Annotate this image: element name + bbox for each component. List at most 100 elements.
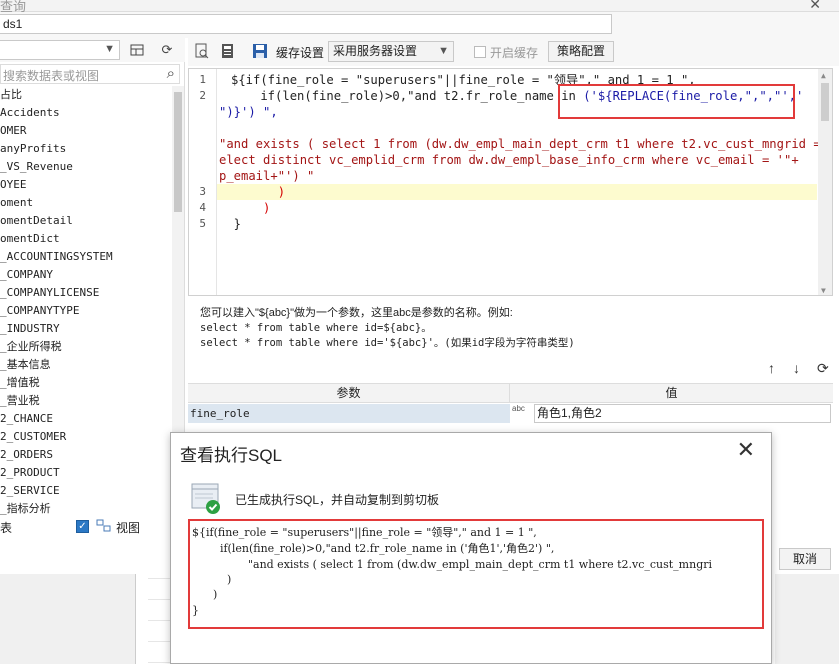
refresh-icon[interactable]: ⟳ [158, 41, 176, 59]
dialog-message: 已生成执行SQL，并自动复制到剪切板 [235, 493, 440, 507]
sql-line: ) [192, 588, 218, 601]
code-line-2-wrap: ")}') ", [219, 105, 278, 119]
line-number: 2 [199, 89, 206, 102]
list-item[interactable]: _增值税 [0, 374, 172, 392]
search-placeholder: 搜索数据表或视图 [3, 69, 100, 83]
preview-icon[interactable] [194, 43, 210, 62]
table-row[interactable]: fine_role abc 角色1,角色2 [188, 404, 833, 423]
success-icon [191, 483, 221, 515]
table-search-input[interactable]: 搜索数据表或视图 ⌕ [0, 64, 180, 84]
cache-mode-select[interactable]: 采用服务器设置 ▼ [328, 41, 454, 62]
sql-line: } [192, 604, 199, 617]
line-number: 5 [199, 217, 206, 230]
scrollbar-thumb[interactable] [174, 92, 182, 212]
chevron-down-icon: ▼ [104, 43, 115, 55]
enable-cache-label[interactable]: 开启缓存 [490, 44, 538, 61]
line-number-gutter: 1 2 3 4 5 [189, 69, 217, 295]
list-item[interactable]: 占比 [0, 86, 172, 104]
list-item[interactable]: _COMPANY [0, 266, 172, 284]
line-number: 1 [199, 73, 206, 86]
save-icon[interactable] [252, 43, 268, 62]
table-view-icon[interactable] [128, 41, 146, 59]
list-item[interactable]: 2_PRODUCT [0, 464, 172, 482]
highlight-annotation-box [558, 84, 795, 119]
scrollbar-thumb[interactable] [821, 83, 829, 121]
window-titlebar: 查询 ✕ [0, 0, 839, 14]
help-line: select * from table where id='${abc}'。(如… [200, 337, 575, 349]
table-browser-panel: ▼ ⟳ 搜索数据表或视图 ⌕ 占比 Accidents OMER anyProf… [0, 38, 185, 574]
database-select[interactable]: ▼ [0, 40, 120, 60]
sql-line: if(len(fine_role)>0,"and t2.fr_role_name… [192, 542, 555, 555]
query-toolbar: 缓存设置 采用服务器设置 ▼ 开启缓存 策略配置 [188, 38, 839, 66]
executed-sql-text[interactable]: ${if(fine_role = "superusers"||fine_role… [188, 519, 764, 629]
string-type-icon[interactable]: abc [512, 405, 532, 413]
close-icon[interactable]: ✕ [737, 437, 755, 463]
dialog-title: 查看执行SQL [180, 446, 283, 465]
list-item[interactable]: _指标分析 [0, 500, 172, 516]
view-sql-dialog: 查看执行SQL ✕ 已生成执行SQL，并自动复制到剪切板 ${if(fine_r… [170, 432, 772, 664]
code-line-6: } [219, 217, 242, 231]
code-line-3a: "and exists ( select 1 from (dw.dw_empl_… [219, 137, 833, 151]
list-item[interactable]: _COMPANYTYPE [0, 302, 172, 320]
refresh-icon[interactable]: ⟳ [817, 360, 829, 377]
table-filter-bar: 表 ✓ 视图 [0, 516, 185, 538]
strategy-config-button[interactable]: 策略配置 [548, 41, 614, 62]
code-token: if( [231, 89, 283, 103]
current-line-highlight [217, 184, 817, 200]
list-item[interactable]: 2_ORDERS [0, 446, 172, 464]
list-item[interactable]: _营业税 [0, 392, 172, 410]
list-item[interactable]: Accidents [0, 104, 172, 122]
table-filter-label[interactable]: 表 [0, 519, 12, 536]
column-header-param: 参数 [188, 384, 510, 403]
param-value-input[interactable]: 角色1,角色2 [534, 404, 831, 423]
editor-scrollbar[interactable]: ▲ ▼ [818, 69, 832, 295]
view-filter-label[interactable]: 视图 [116, 519, 140, 536]
cache-settings-label: 缓存设置 [276, 46, 325, 60]
list-item[interactable]: _企业所得税 [0, 338, 172, 356]
code-token: len(fine_role)>0,"and t2.fr_role_name in [282, 89, 584, 103]
list-item[interactable]: anyProfits [0, 140, 172, 158]
list-item[interactable]: OYEE [0, 176, 172, 194]
list-item[interactable]: oment [0, 194, 172, 212]
cancel-button[interactable]: 取消 [779, 548, 831, 570]
view-icon [96, 519, 112, 536]
chevron-down-icon: ▼ [438, 45, 449, 57]
dataset-name-input[interactable]: ds1 [0, 14, 612, 34]
sql-line: "and exists ( select 1 from (dw.dw_empl_… [192, 558, 713, 571]
code-line-5: ) [219, 201, 271, 215]
arrow-up-icon[interactable]: ↑ [768, 360, 775, 376]
list-item[interactable]: 2_CHANCE [0, 410, 172, 428]
enable-cache-checkbox[interactable] [474, 46, 486, 58]
code-line-3c: p_email+"') " [219, 169, 315, 183]
name-row: ds1 [0, 12, 839, 38]
list-item[interactable]: _VS_Revenue [0, 158, 172, 176]
table-browser-toolbar: ▼ ⟳ [0, 38, 185, 62]
list-item[interactable]: _ACCOUNTINGSYSTEM [0, 248, 172, 266]
parameter-table-header: 参数 值 [188, 383, 833, 403]
help-line: 您可以建入"${abc}"做为一个参数，这里abc是参数的名称。例如: [200, 307, 513, 319]
list-item[interactable]: _INDUSTRY [0, 320, 172, 338]
list-item[interactable]: omentDict [0, 230, 172, 248]
sql-view-icon[interactable] [220, 43, 236, 62]
list-item[interactable]: 2_SERVICE [0, 482, 172, 500]
scroll-up-icon[interactable]: ▲ [821, 71, 826, 80]
sql-line: ${if(fine_role = "superusers"||fine_role… [192, 526, 537, 539]
view-checkbox[interactable]: ✓ [76, 520, 89, 533]
arrow-down-icon[interactable]: ↓ [793, 360, 800, 376]
parameter-help: 您可以建入"${abc}"做为一个参数，这里abc是参数的名称。例如: sele… [200, 306, 820, 351]
scroll-down-icon[interactable]: ▼ [821, 286, 826, 295]
cache-mode-value: 采用服务器设置 [333, 44, 418, 58]
table-list: 占比 Accidents OMER anyProfits _VS_Revenue… [0, 86, 172, 516]
list-item[interactable]: _基本信息 [0, 356, 172, 374]
list-item[interactable]: _COMPANYLICENSE [0, 284, 172, 302]
list-item[interactable]: OMER [0, 122, 172, 140]
list-item[interactable]: omentDetail [0, 212, 172, 230]
list-item[interactable]: 2_CUSTOMER [0, 428, 172, 446]
param-toolbar: ↑ ↓ ⟳ [766, 360, 836, 378]
search-icon: ⌕ [166, 65, 175, 82]
param-name-cell[interactable]: fine_role [188, 404, 510, 423]
help-line: select * from table where id=${abc}。 [200, 322, 432, 334]
code-line-3b: elect distinct vc_emplid_crm from dw.dw_… [219, 153, 799, 167]
column-header-value: 值 [665, 386, 678, 400]
parameter-table: 参数 值 fine_role abc 角色1,角色2 [188, 383, 833, 423]
